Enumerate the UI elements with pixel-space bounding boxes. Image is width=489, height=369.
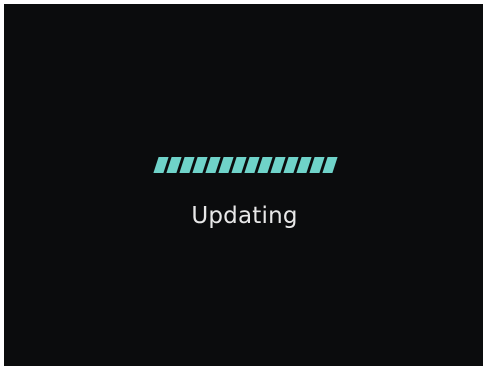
progress-stripe [322, 157, 338, 173]
progress-bar [153, 157, 346, 173]
updating-screen [4, 4, 483, 366]
status-label: Updating [191, 203, 298, 229]
